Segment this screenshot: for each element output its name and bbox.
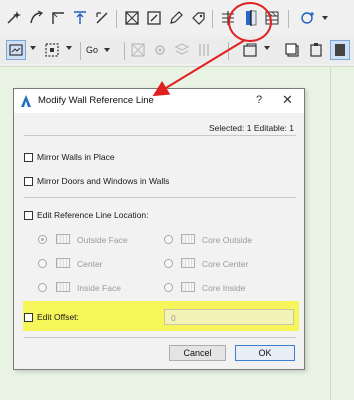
mirror-doors-label: Mirror Doors and Windows in Walls — [37, 176, 170, 186]
toolbar-separator — [116, 10, 117, 28]
pencil-icon[interactable] — [166, 8, 186, 28]
mirror-walls-label: Mirror Walls in Place — [37, 152, 115, 162]
edit-location-label: Edit Reference Line Location: — [37, 210, 149, 220]
settings-icon[interactable] — [150, 40, 170, 60]
dialog-title: Modify Wall Reference Line — [38, 95, 154, 106]
chevron-down-icon[interactable] — [30, 46, 36, 50]
paste-icon[interactable] — [306, 40, 326, 60]
edit-selection-icon[interactable] — [144, 8, 164, 28]
archicad-logo-icon — [21, 95, 31, 107]
panel-icon[interactable] — [330, 40, 350, 60]
copy-icon[interactable] — [282, 40, 302, 60]
grid-line — [330, 66, 331, 400]
grid-line — [0, 66, 354, 67]
edit-offset-checkbox[interactable] — [24, 313, 33, 322]
hotlink-icon[interactable] — [92, 8, 112, 28]
core-outside-radio[interactable] — [164, 235, 173, 244]
core-inside-icon — [181, 282, 195, 292]
toolbar-separator — [124, 42, 125, 60]
edit-location-checkbox[interactable] — [24, 211, 33, 220]
inside-face-label: Inside Face — [77, 283, 121, 293]
core-outside-label: Core Outside — [202, 235, 253, 245]
selection-count: Selected: 1 Editable: 1 — [208, 123, 294, 133]
layers-icon[interactable] — [172, 40, 192, 60]
marquee-icon[interactable] — [42, 40, 62, 60]
modify-wall-reference-line-dialog: Modify Wall Reference Line ? ✕ Selected:… — [13, 88, 305, 370]
chevron-down-icon[interactable] — [322, 16, 328, 20]
edit-offset-input[interactable]: 0 — [164, 309, 294, 325]
toolbar-separator — [80, 42, 81, 60]
toolbar-row-1 — [0, 4, 354, 32]
inside-face-radio[interactable] — [38, 283, 47, 292]
divider — [24, 197, 296, 198]
outside-face-icon — [56, 234, 70, 244]
core-inside-label: Core Inside — [202, 283, 246, 293]
toolbar-area: Go — [0, 0, 354, 66]
mirror-doors-checkbox[interactable] — [24, 177, 33, 186]
pick-up-icon[interactable] — [26, 8, 46, 28]
core-center-icon — [181, 258, 195, 268]
chevron-down-icon — [104, 48, 111, 52]
render-icon[interactable] — [128, 40, 148, 60]
add-object-icon[interactable] — [298, 8, 318, 28]
magic-wand-icon[interactable] — [4, 8, 24, 28]
ok-button[interactable]: OK — [235, 345, 295, 361]
mirror-walls-checkbox[interactable] — [24, 153, 33, 162]
grid-cell-icon[interactable] — [122, 8, 142, 28]
core-outside-icon — [181, 234, 195, 244]
help-button[interactable]: ? — [256, 94, 262, 106]
center-radio[interactable] — [38, 259, 47, 268]
corner-icon[interactable] — [48, 8, 68, 28]
edit-offset-label: Edit Offset: — [37, 312, 79, 322]
core-center-radio[interactable] — [164, 259, 173, 268]
library-icon[interactable] — [194, 40, 214, 60]
box-icon[interactable] — [240, 40, 260, 60]
center-label: Center — [77, 259, 103, 269]
toolbar-separator — [288, 10, 289, 28]
outside-face-label: Outside Face — [77, 235, 128, 245]
outside-face-radio[interactable] — [38, 235, 47, 244]
toolbar-separator — [228, 42, 229, 60]
divider — [24, 135, 296, 136]
annotation-circle — [228, 2, 272, 42]
go-button[interactable]: Go — [86, 41, 120, 59]
toolbar-separator — [212, 10, 213, 28]
toolbar-row-2: Go — [0, 36, 354, 64]
tag-icon[interactable] — [188, 8, 208, 28]
divider — [24, 337, 296, 338]
close-button[interactable]: ✕ — [282, 92, 293, 108]
view-mode-icon[interactable] — [6, 40, 26, 60]
core-center-label: Core Center — [202, 259, 249, 269]
cancel-button[interactable]: Cancel — [169, 345, 226, 361]
go-label: Go — [86, 45, 99, 55]
core-inside-radio[interactable] — [164, 283, 173, 292]
inside-face-icon — [56, 282, 70, 292]
chevron-down-icon[interactable] — [264, 46, 270, 50]
chevron-down-icon[interactable] — [66, 46, 72, 50]
align-icon[interactable] — [70, 8, 90, 28]
dialog-titlebar[interactable]: Modify Wall Reference Line ? ✕ — [14, 89, 304, 113]
center-icon — [56, 258, 70, 268]
